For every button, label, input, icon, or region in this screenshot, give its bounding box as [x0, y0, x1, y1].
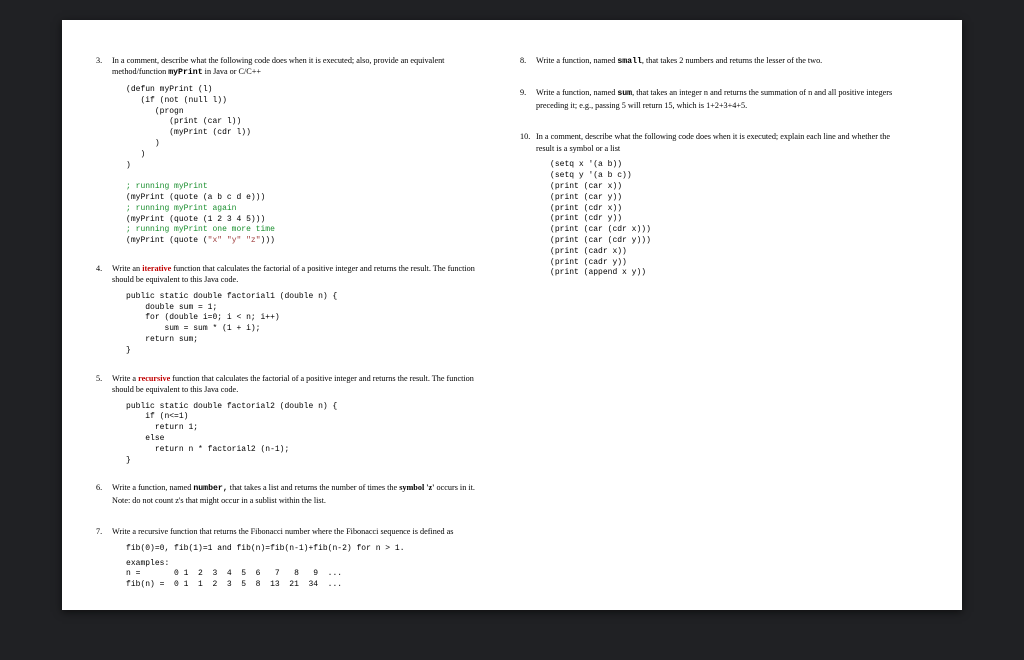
question-10: 10. In a comment, describe what the foll…: [534, 131, 914, 281]
text: Write a function, named: [536, 88, 617, 97]
question-prompt: Write a function, named small, that take…: [536, 55, 906, 67]
question-prompt: Write a function, named number, that tak…: [112, 482, 482, 506]
question-number: 8.: [520, 55, 534, 66]
highlight: recursive: [138, 374, 170, 383]
question-number: 10.: [520, 131, 534, 142]
code-token: small: [617, 57, 642, 66]
code-block: fib(0)=0, fib(1)=1 and fib(n)=fib(n-1)+f…: [126, 544, 482, 555]
text: Write an: [112, 264, 142, 273]
code-token: myPrint: [168, 68, 202, 77]
question-5: 5. Write a recursive function that calcu…: [110, 373, 490, 469]
text: Write a function, named: [112, 483, 193, 492]
two-column-layout: 3. In a comment, describe what the follo…: [110, 55, 914, 595]
question-number: 4.: [96, 263, 110, 274]
question-7: 7. Write a recursive function that retur…: [110, 526, 490, 593]
question-number: 6.: [96, 482, 110, 493]
question-prompt: Write an iterative function that calcula…: [112, 263, 482, 286]
text: Write a function, named: [536, 56, 617, 65]
code-block: (defun myPrint (l) (if (not (null l)) (p…: [126, 85, 482, 247]
question-prompt: Write a recursive function that returns …: [112, 526, 482, 537]
question-9: 9. Write a function, named sum, that tak…: [534, 87, 914, 117]
code-token: sum: [617, 89, 632, 98]
question-8: 8. Write a function, named small, that t…: [534, 55, 914, 73]
text: Write a: [112, 374, 138, 383]
code-block: public static double factorial1 (double …: [126, 292, 482, 357]
question-6: 6. Write a function, named number, that …: [110, 482, 490, 512]
question-prompt: Write a function, named sum, that takes …: [536, 87, 906, 111]
code-token: number,: [193, 484, 227, 493]
document-page: 3. In a comment, describe what the follo…: [62, 20, 962, 610]
question-3: 3. In a comment, describe what the follo…: [110, 55, 490, 249]
question-number: 7.: [96, 526, 110, 537]
question-number: 3.: [96, 55, 110, 66]
question-4: 4. Write an iterative function that calc…: [110, 263, 490, 359]
code-block: (setq x '(a b)) (setq y '(a b c)) (print…: [550, 160, 906, 279]
text: , that takes 2 numbers and returns the l…: [642, 56, 822, 65]
bold-text: symbol 'z': [399, 483, 434, 492]
text: in Java or C/C++: [203, 67, 261, 76]
code-block: public static double factorial2 (double …: [126, 402, 482, 467]
question-prompt: In a comment, describe what the followin…: [536, 131, 906, 154]
text: that takes a list and returns the number…: [228, 483, 399, 492]
question-number: 9.: [520, 87, 534, 98]
highlight: iterative: [142, 264, 171, 273]
question-prompt: In a comment, describe what the followin…: [112, 55, 482, 79]
text: In a comment, describe what the followin…: [112, 56, 444, 76]
question-prompt: Write a recursive function that calculat…: [112, 373, 482, 396]
question-number: 5.: [96, 373, 110, 384]
code-block: examples: n = 0 1 2 3 4 5 6 7 8 9 ... fi…: [126, 559, 482, 591]
